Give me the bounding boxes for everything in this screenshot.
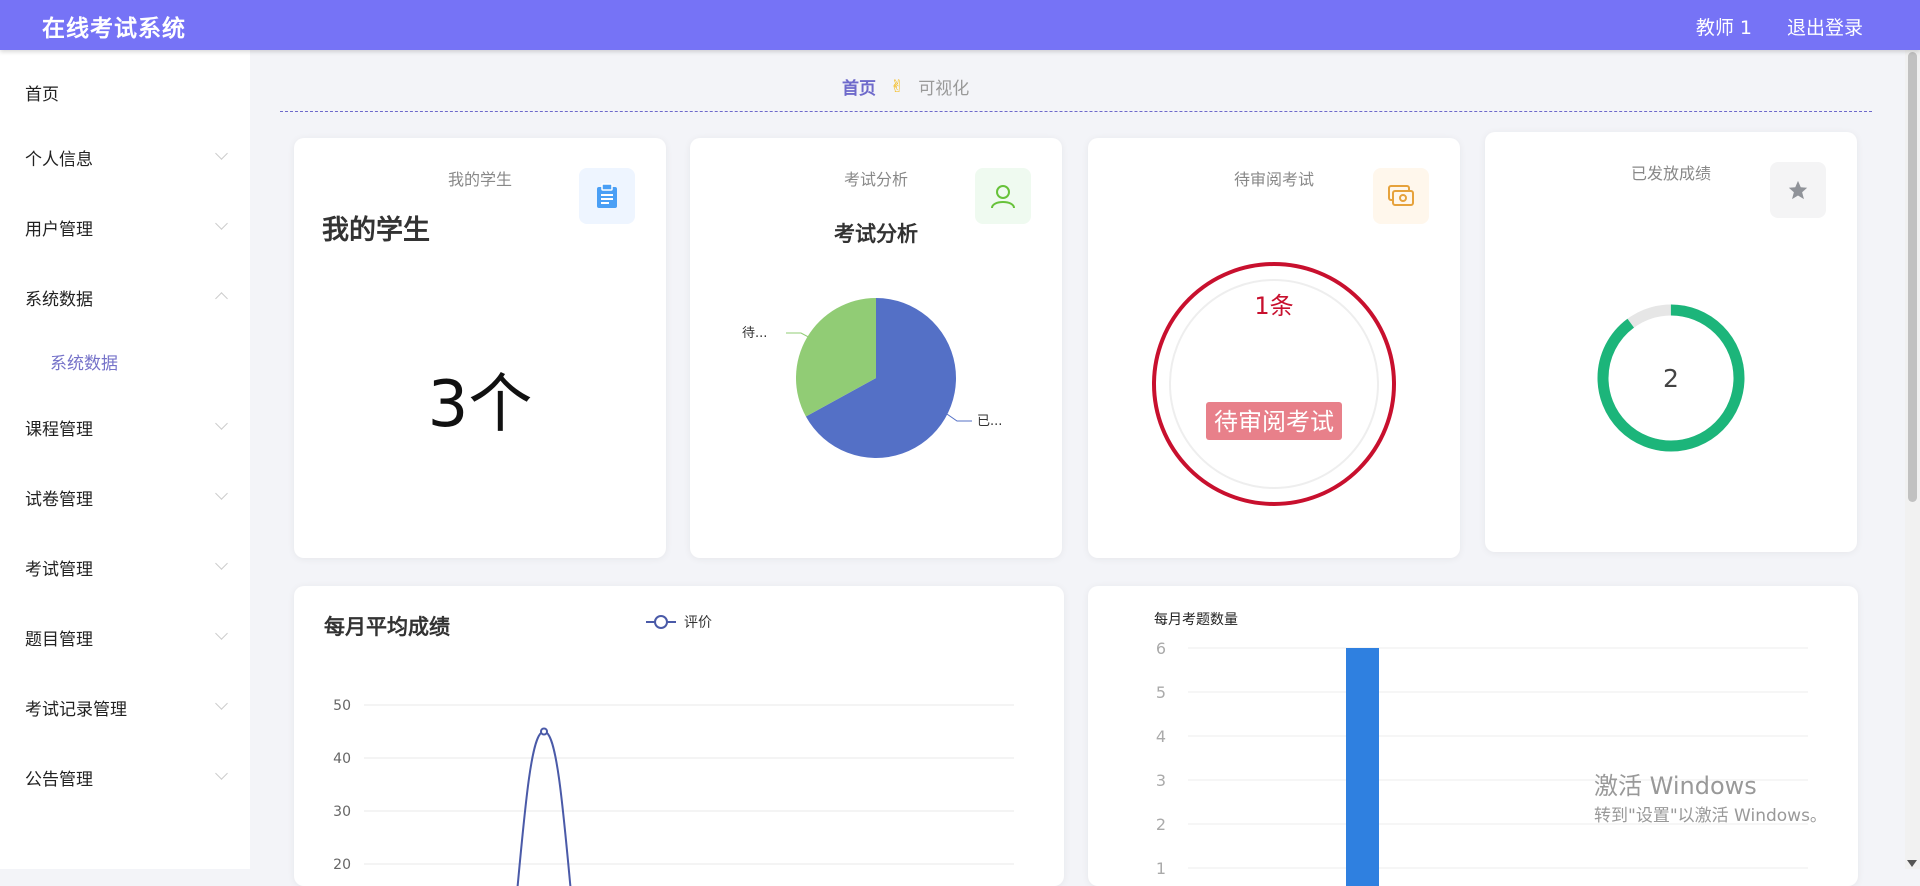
chevron-down-icon bbox=[215, 147, 228, 160]
sidebar-item-label: 个人信息 bbox=[25, 145, 93, 170]
chart-title: 每月考题数量 bbox=[1154, 612, 1238, 628]
watermark-line1: 激活 Windows bbox=[1594, 766, 1827, 801]
sidebar-item-label: 公告管理 bbox=[25, 765, 93, 790]
card-exam-analysis: 考试分析 考试分析 已... 待... bbox=[690, 138, 1062, 558]
legend-marker bbox=[655, 616, 667, 628]
chevron-down-icon bbox=[215, 417, 228, 430]
y-tick-label: 2 bbox=[1156, 815, 1166, 834]
submenu-item-system-data[interactable]: 系统数据 bbox=[0, 339, 250, 383]
pie-label: 已... bbox=[977, 414, 1002, 429]
pending-label: 待审阅考试 bbox=[1214, 408, 1334, 436]
y-tick-label: 4 bbox=[1156, 727, 1166, 746]
sidebar-item-label: 首页 bbox=[25, 80, 59, 105]
scrollbar[interactable] bbox=[1905, 50, 1920, 869]
sidebar-item-label: 用户管理 bbox=[25, 215, 93, 240]
chevron-down-icon bbox=[215, 697, 228, 710]
breadcrumb: 首页 ✌ 可视化 bbox=[842, 74, 969, 99]
hand-icon: ✌ bbox=[890, 77, 904, 97]
sidebar-item-label: 试卷管理 bbox=[25, 485, 93, 510]
user-icon bbox=[975, 168, 1031, 224]
pending-count: 1条 bbox=[1254, 292, 1293, 320]
breadcrumb-home[interactable]: 首页 bbox=[842, 74, 876, 99]
bar-chart: 每月考题数量 123456 bbox=[1088, 586, 1858, 886]
exam-pie-chart: 已... 待... bbox=[690, 298, 1062, 518]
sidebar-item-label: 考试管理 bbox=[25, 555, 93, 580]
chevron-down-icon bbox=[215, 767, 228, 780]
sidebar-item-papers[interactable]: 试卷管理 bbox=[0, 475, 250, 519]
chevron-down-icon bbox=[215, 487, 228, 500]
logout-button[interactable]: 退出登录 bbox=[1787, 13, 1863, 40]
card-pending-review: 待审阅考试 1条 待审阅考试 bbox=[1088, 138, 1460, 558]
chevron-down-icon bbox=[215, 557, 228, 570]
bar bbox=[1346, 648, 1379, 886]
released-gauge: 2 bbox=[1485, 242, 1857, 542]
pie-leader-line bbox=[944, 412, 972, 421]
money-icon bbox=[1373, 168, 1429, 224]
pending-ring: 1条 待审阅考试 bbox=[1088, 248, 1460, 548]
clipboard-icon bbox=[579, 168, 635, 224]
sidebar-item-profile[interactable]: 个人信息 bbox=[0, 135, 250, 179]
card-heading: 考试分析 bbox=[690, 218, 1062, 248]
card-monthly-average: 每月平均成绩 评价 20304050 bbox=[294, 586, 1064, 886]
sidebar-item-home[interactable]: 首页 bbox=[0, 70, 250, 114]
card-released-scores: 已发放成绩 2 bbox=[1485, 132, 1857, 552]
sidebar-item-system-data[interactable]: 系统数据 bbox=[0, 275, 250, 319]
y-tick-label: 6 bbox=[1156, 639, 1166, 658]
watermark-line2: 转到"设置"以激活 Windows。 bbox=[1594, 801, 1827, 826]
pie-label: 待... bbox=[742, 326, 767, 341]
divider bbox=[280, 111, 1872, 112]
sidebar-item-label: 题目管理 bbox=[25, 625, 93, 650]
app-title: 在线考试系统 bbox=[42, 9, 186, 43]
chevron-down-icon bbox=[215, 217, 228, 230]
sidebar-item-questions[interactable]: 题目管理 bbox=[0, 615, 250, 659]
sidebar-item-label: 考试记录管理 bbox=[25, 695, 127, 720]
data-point bbox=[541, 729, 547, 735]
chart-legend: 评价 bbox=[646, 615, 712, 631]
y-tick-label: 5 bbox=[1156, 683, 1166, 702]
chevron-down-icon bbox=[215, 627, 228, 640]
released-count: 2 bbox=[1663, 364, 1679, 393]
current-user[interactable]: 教师 1 bbox=[1696, 13, 1752, 40]
top-bar: 在线考试系统 教师 1 退出登录 bbox=[0, 0, 1920, 50]
sidebar-item-exams[interactable]: 考试管理 bbox=[0, 545, 250, 589]
sidebar-item-notices[interactable]: 公告管理 bbox=[0, 755, 250, 799]
sidebar-item-courses[interactable]: 课程管理 bbox=[0, 405, 250, 449]
breadcrumb-current: 可视化 bbox=[918, 74, 969, 99]
sidebar-item-exam-records[interactable]: 考试记录管理 bbox=[0, 685, 250, 729]
scrollbar-thumb[interactable] bbox=[1908, 52, 1917, 502]
student-count: 3个 bbox=[294, 353, 666, 445]
chevron-up-icon bbox=[215, 292, 228, 305]
y-tick-label: 30 bbox=[333, 804, 351, 820]
card-monthly-questions: 每月考题数量 123456 bbox=[1088, 586, 1858, 886]
scroll-down-arrow-icon[interactable] bbox=[1907, 860, 1917, 867]
main-content: 首页 ✌ 可视化 我的学生 我的学生 3个 考试分析 考试分析 已... 待..… bbox=[250, 50, 1905, 869]
y-tick-label: 40 bbox=[333, 751, 351, 767]
sidebar: 首页 个人信息 用户管理 系统数据 系统数据 课程管理 试卷管理 考试管理 题目… bbox=[0, 50, 250, 869]
sidebar-item-users[interactable]: 用户管理 bbox=[0, 205, 250, 249]
windows-watermark: 激活 Windows 转到"设置"以激活 Windows。 bbox=[1594, 766, 1827, 826]
y-tick-label: 3 bbox=[1156, 771, 1166, 790]
series-line bbox=[514, 732, 574, 886]
card-students: 我的学生 我的学生 3个 bbox=[294, 138, 666, 558]
y-tick-label: 50 bbox=[333, 698, 351, 714]
star-icon bbox=[1770, 162, 1826, 218]
legend-label: 评价 bbox=[684, 615, 712, 631]
sidebar-item-label: 系统数据 bbox=[25, 285, 93, 310]
card-heading: 我的学生 bbox=[322, 208, 430, 247]
y-tick-label: 20 bbox=[333, 857, 351, 873]
line-chart: 评价 20 30 40 50 bbox=[294, 586, 1064, 886]
sidebar-item-label: 课程管理 bbox=[25, 415, 93, 440]
